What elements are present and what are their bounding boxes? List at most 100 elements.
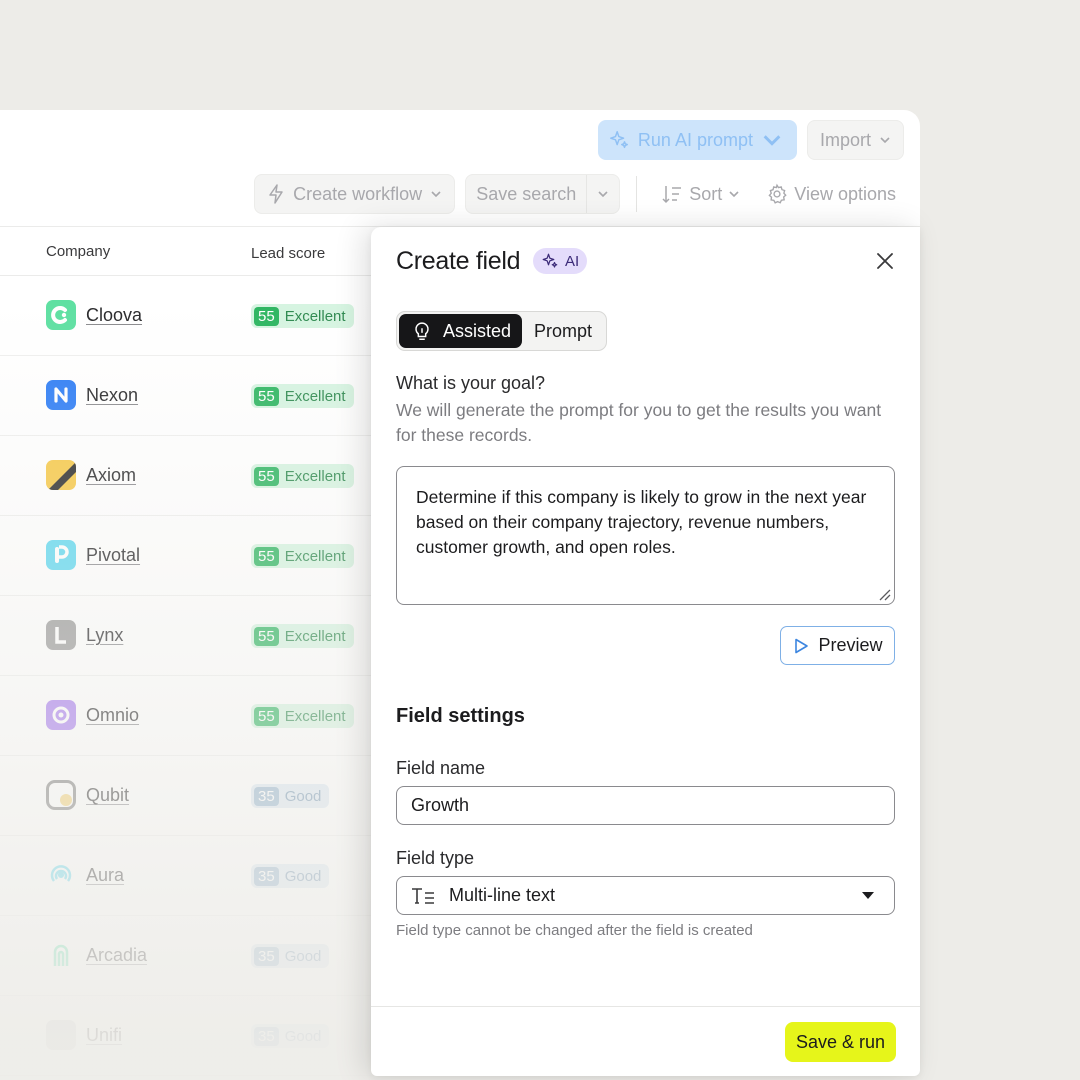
close-icon [877, 253, 893, 269]
column-header-company[interactable]: Company [46, 243, 110, 260]
company-name-link[interactable]: Aura [86, 865, 124, 886]
run-ai-prompt-label: Run AI prompt [637, 129, 753, 150]
resize-handle-icon[interactable] [877, 587, 891, 601]
lead-score-badge: 55 Excellent [251, 704, 354, 728]
goal-label: What is your goal? [396, 373, 546, 393]
sort-button[interactable]: Sort [653, 174, 748, 214]
save-search-label: Save search [476, 183, 577, 204]
lead-score-value: 35 [254, 1026, 279, 1046]
sort-icon [662, 186, 682, 204]
save-search-split-button: Save search [465, 174, 621, 214]
tab-assisted-label: Assisted [443, 320, 512, 341]
create-workflow-label: Create workflow [293, 183, 423, 204]
company-name-link[interactable]: Arcadia [86, 945, 147, 966]
company-logo-icon [46, 380, 76, 410]
lead-score-value: 55 [254, 466, 279, 486]
lead-score-value: 55 [254, 546, 279, 566]
mode-toggle: Assisted Prompt [396, 311, 608, 351]
create-workflow-button[interactable]: Create workflow [254, 174, 456, 214]
lead-score-badge: 35 Good [251, 784, 330, 808]
lead-score-value: 35 [254, 866, 279, 886]
company-logo-icon [46, 940, 76, 970]
close-button[interactable] [873, 249, 897, 273]
lead-score-rating: Good [284, 947, 322, 965]
toolbar-divider [636, 176, 638, 212]
lead-score-value: 35 [254, 946, 279, 966]
lead-score-rating: Excellent [284, 387, 346, 405]
lead-score-rating: Excellent [284, 307, 346, 325]
gear-icon [768, 183, 787, 204]
lead-score-badge: 55 Excellent [251, 304, 354, 328]
goal-textarea[interactable]: Determine if this company is likely to g… [396, 466, 895, 605]
company-logo-icon [46, 780, 76, 810]
lead-score-badge: 55 Excellent [251, 624, 354, 648]
lead-score-badge: 55 Excellent [251, 464, 354, 488]
sparkle-icon [609, 131, 628, 149]
toolbar-primary: Run AI prompt Import [597, 120, 904, 160]
lead-score-value: 55 [254, 386, 279, 406]
ai-badge: AI [533, 248, 588, 274]
company-logo-icon [46, 700, 76, 730]
field-type-select[interactable]: Multi-line text [396, 876, 895, 915]
goal-textarea-value: Determine if this company is likely to g… [416, 487, 867, 557]
field-settings-heading: Field settings [396, 705, 525, 727]
company-name-link[interactable]: Qubit [86, 785, 129, 806]
view-options-label: View options [794, 183, 896, 204]
column-header-lead-score[interactable]: Lead score [251, 245, 325, 262]
preview-label: Preview [818, 635, 883, 655]
tab-prompt[interactable]: Prompt [522, 314, 604, 348]
company-name-link[interactable]: Axiom [86, 465, 136, 486]
company-name-link[interactable]: Nexon [86, 385, 138, 406]
chevron-down-icon [763, 135, 781, 146]
company-logo-icon [46, 620, 76, 650]
company-name-link[interactable]: Pivotal [86, 545, 140, 566]
preview-button[interactable]: Preview [780, 626, 895, 665]
lead-score-rating: Good [284, 787, 322, 805]
company-name-link[interactable]: Lynx [86, 625, 123, 646]
lead-score-rating: Excellent [284, 627, 346, 645]
lead-score-badge: 55 Excellent [251, 384, 354, 408]
company-logo-icon [46, 540, 76, 570]
view-options-button[interactable]: View options [758, 174, 904, 214]
import-label: Import [819, 129, 871, 150]
field-name-value: Growth [411, 795, 470, 815]
panel-title: Create field [396, 247, 521, 275]
lead-score-value: 55 [254, 626, 279, 646]
lead-score-rating: Good [284, 867, 322, 885]
lead-score-rating: Good [284, 1027, 322, 1045]
save-search-button[interactable]: Save search [466, 175, 586, 213]
lead-score-rating: Excellent [284, 707, 346, 725]
save-and-run-label: Save & run [795, 1031, 885, 1052]
tab-assisted[interactable]: Assisted [399, 314, 523, 348]
company-logo-icon [46, 860, 76, 890]
save-and-run-button[interactable]: Save & run [784, 1022, 896, 1062]
tab-prompt-label: Prompt [534, 320, 593, 341]
chevron-down-icon [598, 191, 608, 198]
multiline-text-icon [412, 887, 434, 904]
company-name-link[interactable]: Cloova [86, 305, 142, 326]
lead-score-value: 35 [254, 786, 279, 806]
company-logo-icon [46, 1020, 76, 1050]
company-logo-icon [46, 460, 76, 490]
play-icon [795, 638, 809, 653]
save-search-menu-button[interactable] [586, 175, 619, 213]
field-type-value: Multi-line text [449, 885, 556, 905]
toolbar-secondary: Create workflow Save search Sort View op… [254, 174, 904, 214]
dropdown-arrow-icon [862, 892, 874, 899]
lightbulb-icon [415, 322, 429, 340]
lead-score-rating: Excellent [284, 547, 346, 565]
company-name-link[interactable]: Omnio [86, 705, 139, 726]
panel-footer: Save & run [371, 1006, 920, 1076]
lightning-icon [269, 184, 283, 204]
lead-score-rating: Excellent [284, 467, 346, 485]
lead-score-badge: 35 Good [251, 864, 330, 888]
lead-score-value: 55 [254, 306, 279, 326]
chevron-down-icon [880, 137, 890, 144]
chevron-down-icon [431, 191, 441, 198]
field-name-input[interactable]: Growth [396, 786, 895, 825]
run-ai-prompt-button[interactable]: Run AI prompt [597, 120, 797, 160]
company-logo-icon [46, 300, 76, 330]
import-button[interactable]: Import [806, 120, 904, 160]
company-name-link[interactable]: Unifi [86, 1025, 122, 1046]
lead-score-badge: 35 Good [251, 1024, 330, 1048]
